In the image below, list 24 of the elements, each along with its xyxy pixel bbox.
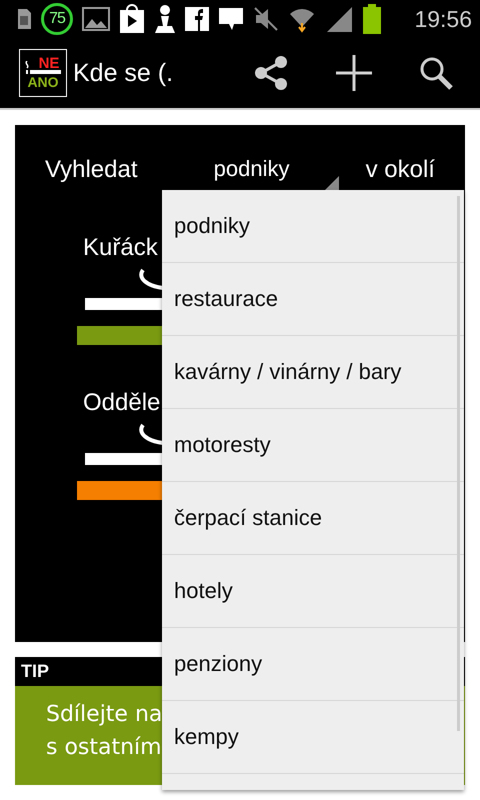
battery-icon bbox=[362, 4, 382, 34]
app-title: Kde se (. bbox=[73, 58, 174, 88]
app-logo[interactable]: NE ANO bbox=[19, 49, 67, 97]
chess-pawn-icon bbox=[154, 4, 176, 34]
search-label: Vyhledat bbox=[45, 156, 138, 184]
logo-text: NE bbox=[38, 56, 60, 71]
search-suffix: v okolí bbox=[366, 156, 435, 184]
section-title: Odděle bbox=[83, 389, 160, 417]
share-icon[interactable] bbox=[253, 55, 289, 91]
search-icon[interactable] bbox=[419, 56, 453, 90]
tip-text: s ostatním bbox=[46, 734, 162, 762]
sim-card-icon bbox=[16, 8, 32, 30]
mute-icon bbox=[253, 6, 279, 32]
message-icon bbox=[218, 6, 244, 32]
facebook-icon bbox=[185, 7, 209, 31]
play-store-icon bbox=[119, 4, 145, 34]
logo-text: ANO bbox=[27, 75, 59, 90]
progress-badge: 75 bbox=[41, 3, 73, 35]
signal-icon bbox=[325, 5, 353, 33]
clock: 19:56 bbox=[414, 6, 472, 32]
tip-text: Sdílejte na bbox=[46, 701, 162, 729]
add-icon[interactable] bbox=[335, 54, 373, 92]
image-icon bbox=[82, 7, 110, 31]
section-title: Kuřáck bbox=[83, 234, 158, 262]
